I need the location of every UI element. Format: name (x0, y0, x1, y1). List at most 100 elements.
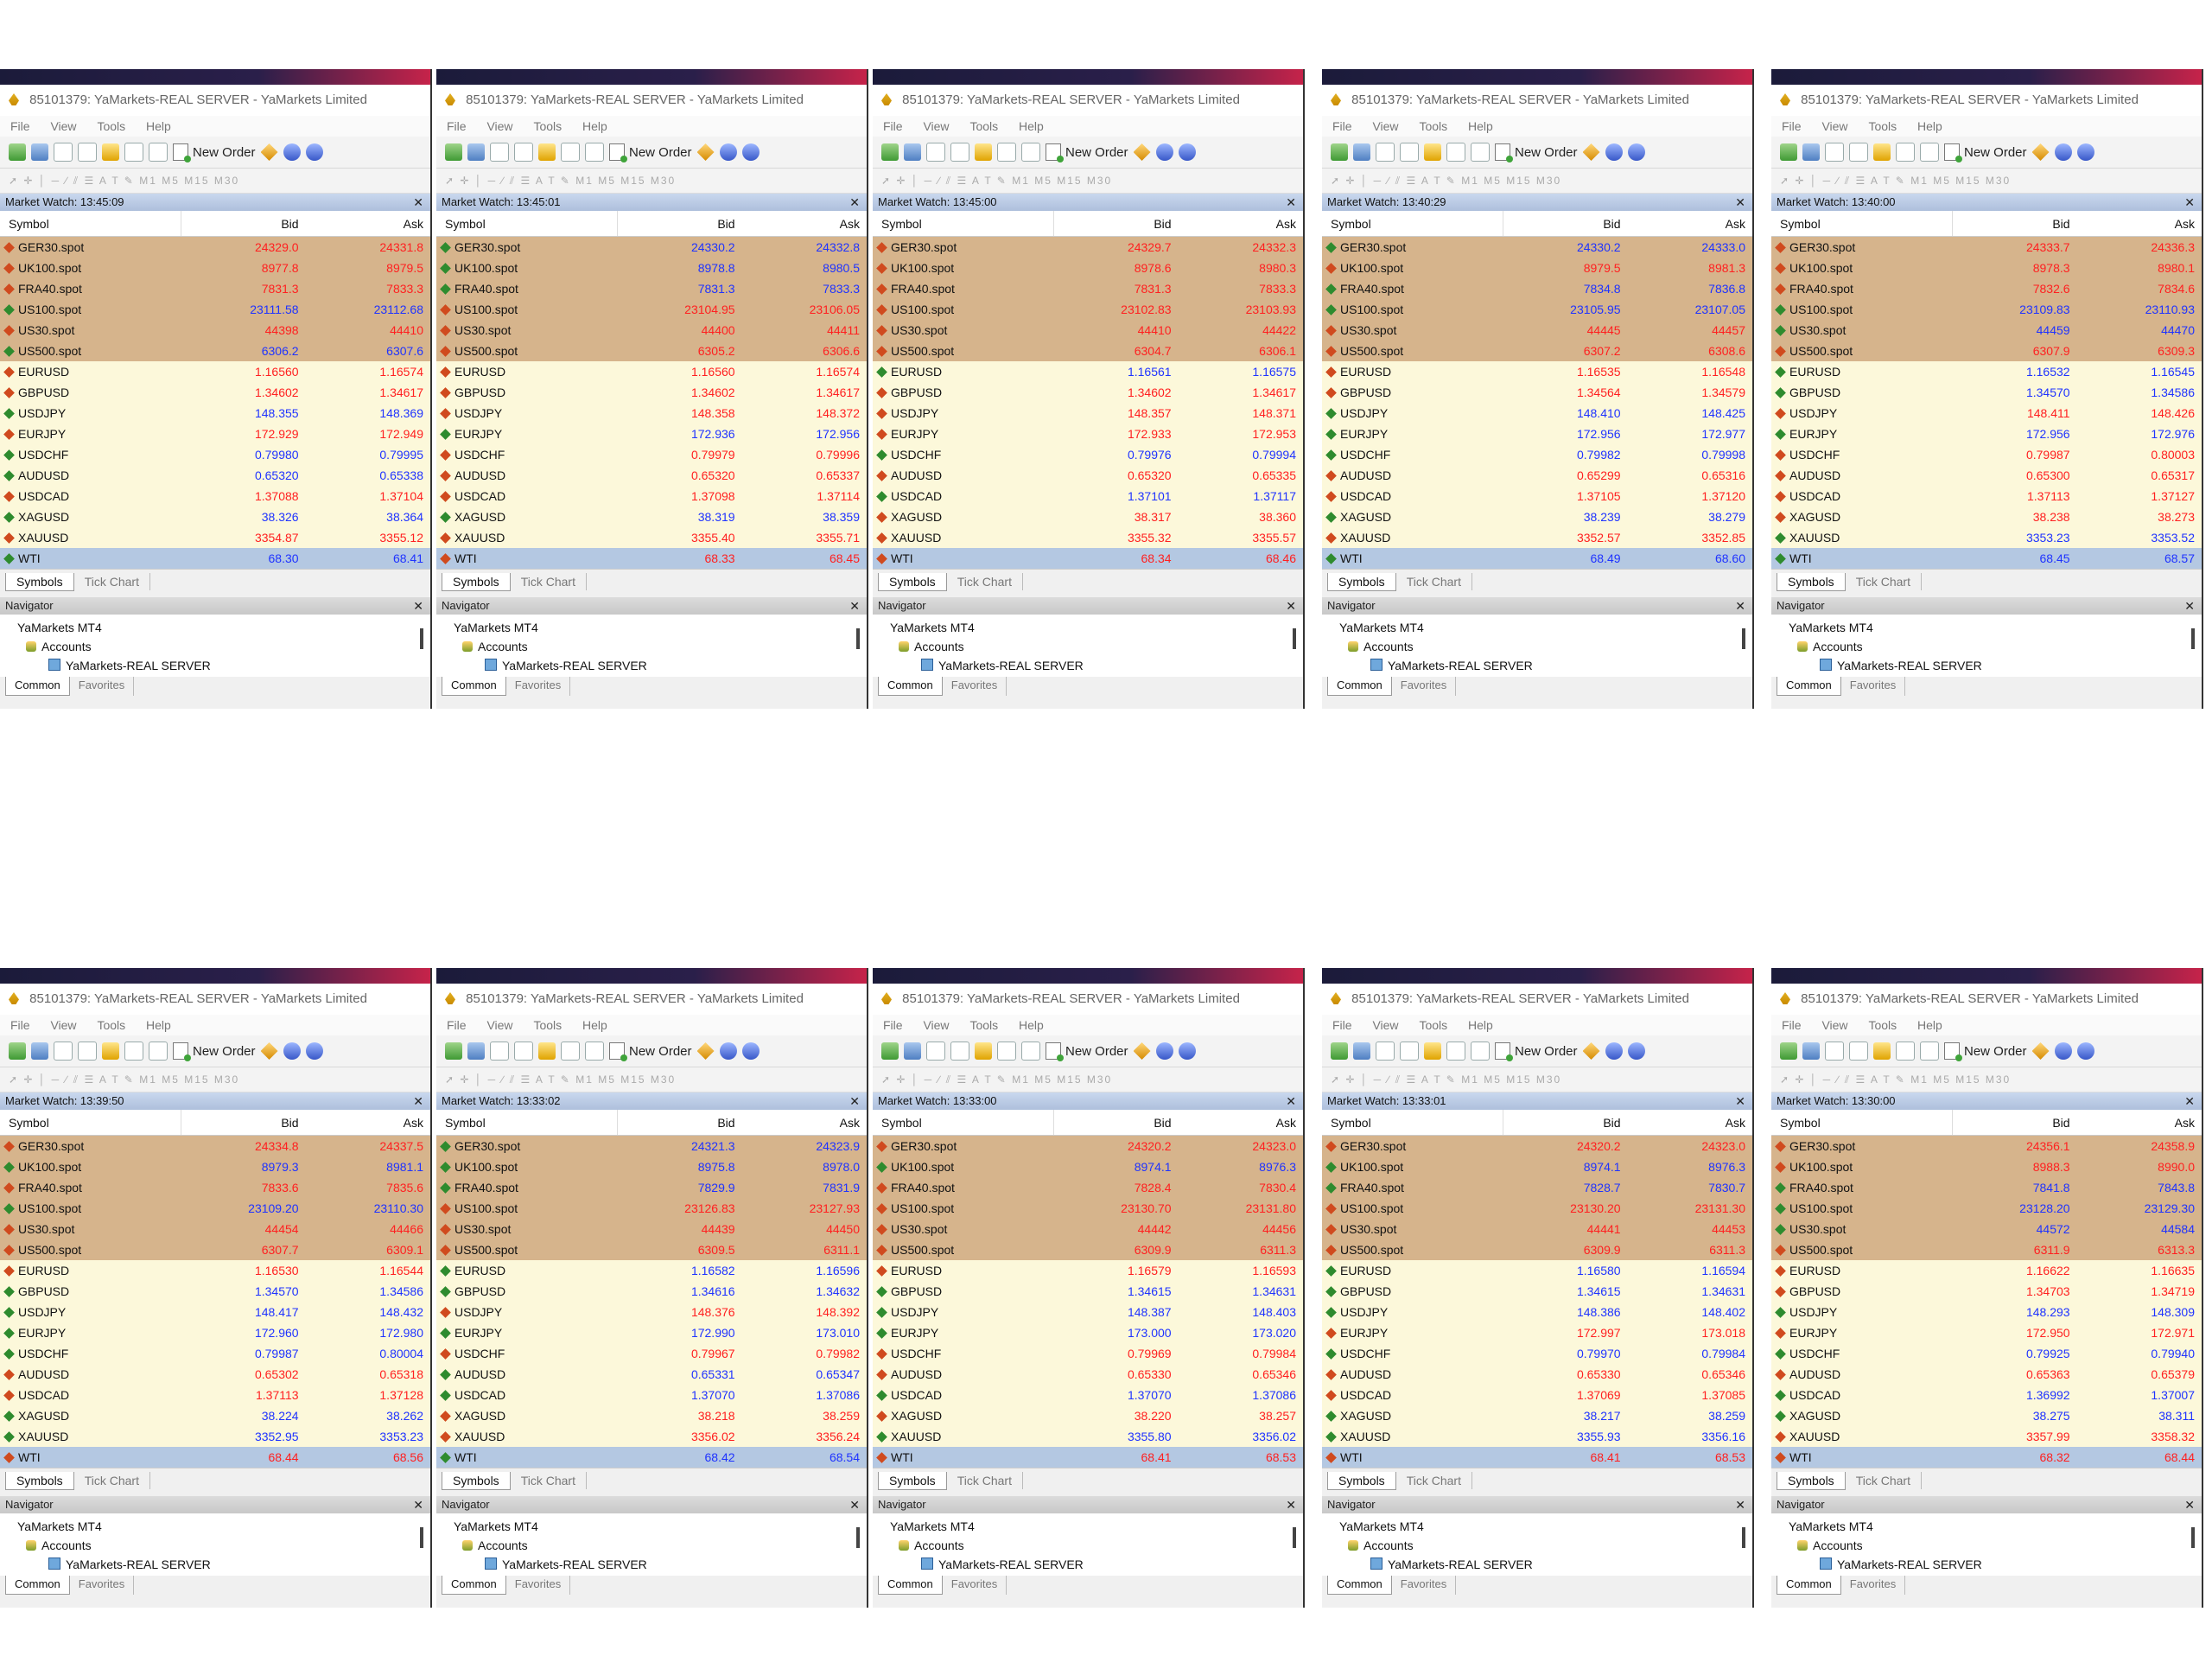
close-icon[interactable]: ✕ (1735, 1092, 1745, 1110)
symbol-cell[interactable]: XAGUSD (1322, 506, 1503, 527)
symbol-cell[interactable]: AUDUSD (1771, 1364, 1952, 1385)
table-row[interactable]: USDCAD 1.37098 1.37114 (436, 486, 867, 506)
tab-symbols[interactable]: Symbols (5, 1471, 74, 1490)
tab-common[interactable]: Common (442, 1576, 506, 1595)
profiles-icon[interactable] (1353, 1042, 1370, 1060)
symbol-cell[interactable]: WTI (1322, 548, 1503, 569)
tab-symbols[interactable]: Symbols (1777, 572, 1846, 591)
symbol-cell[interactable]: FRA40.spot (0, 1177, 181, 1198)
tab-favorites[interactable]: Favorites (506, 677, 571, 696)
crosshair-icon[interactable] (1849, 1042, 1868, 1061)
symbol-cell[interactable]: UK100.spot (1771, 258, 1952, 278)
table-row[interactable]: XAUUSD 3357.99 3358.32 (1771, 1426, 2202, 1447)
symbol-cell[interactable]: US30.spot (873, 1219, 1053, 1239)
new-order-button[interactable]: New Order (1944, 1042, 2027, 1061)
close-icon[interactable]: ✕ (1286, 1092, 1296, 1110)
close-icon[interactable]: ✕ (1286, 194, 1296, 211)
table-row[interactable]: US30.spot 44459 44470 (1771, 320, 2202, 341)
symbol-cell[interactable]: USDCAD (0, 486, 181, 506)
tab-common[interactable]: Common (1327, 1576, 1392, 1595)
menu-help[interactable]: Help (1917, 119, 1942, 133)
new-order-button[interactable]: New Order (609, 143, 692, 162)
navigator-icon[interactable] (538, 143, 556, 161)
tab-tick-chart[interactable]: Tick Chart (74, 1472, 150, 1489)
symbol-cell[interactable]: WTI (1771, 548, 1952, 569)
table-row[interactable]: US500.spot 6307.2 6308.6 (1322, 341, 1752, 361)
table-row[interactable]: USDCHF 0.79980 0.79995 (0, 444, 430, 465)
chart-options-icon[interactable] (305, 1042, 323, 1060)
tree-item-root[interactable]: YaMarkets MT4 (1322, 1517, 1752, 1536)
navigator-icon[interactable] (102, 1042, 119, 1060)
symbol-cell[interactable]: GER30.spot (436, 1136, 617, 1157)
profiles-icon[interactable] (904, 1042, 921, 1060)
close-icon[interactable]: ✕ (1286, 1496, 1296, 1513)
symbol-cell[interactable]: EURUSD (1771, 1260, 1952, 1281)
window-titlebar[interactable]: 85101379: YaMarkets-REAL SERVER - YaMark… (436, 984, 867, 1015)
symbol-cell[interactable]: UK100.spot (1322, 1156, 1503, 1177)
table-row[interactable]: XAUUSD 3354.87 3355.12 (0, 527, 430, 548)
tab-common[interactable]: Common (878, 1576, 943, 1595)
table-row[interactable]: XAGUSD 38.275 38.311 (1771, 1405, 2202, 1426)
table-row[interactable]: USDCAD 1.37101 1.37117 (873, 486, 1303, 506)
cursor-icon[interactable]: ➚ ✛ │ ─ ∕ ⫽ ☰ A T ✎ (445, 1073, 575, 1086)
close-icon[interactable]: ✕ (413, 597, 423, 615)
navigator-icon[interactable] (1873, 143, 1891, 161)
symbol-cell[interactable]: XAUUSD (0, 1426, 181, 1447)
table-row[interactable]: WTI 68.34 68.46 (873, 548, 1303, 569)
chart-options-icon[interactable] (741, 143, 760, 161)
tree-item-server[interactable]: YaMarkets-REAL SERVER (1322, 656, 1752, 675)
scrollbar[interactable] (1293, 628, 1296, 649)
tab-common[interactable]: Common (878, 677, 943, 696)
timeframes[interactable]: M1 M5 M15 M30 (1910, 1073, 2011, 1086)
symbol-cell[interactable]: EURUSD (0, 1260, 181, 1281)
scrollbar[interactable] (856, 1527, 860, 1548)
tree-item-root[interactable]: YaMarkets MT4 (1771, 618, 2202, 637)
table-row[interactable]: USDJPY 148.386 148.402 (1322, 1302, 1752, 1322)
table-row[interactable]: US500.spot 6309.9 6311.3 (1322, 1239, 1752, 1260)
symbol-cell[interactable]: US500.spot (1322, 1239, 1503, 1260)
close-icon[interactable]: ✕ (1735, 194, 1745, 211)
table-row[interactable]: XAGUSD 38.218 38.259 (436, 1405, 867, 1426)
symbol-cell[interactable]: UK100.spot (873, 258, 1053, 278)
symbol-cell[interactable]: FRA40.spot (436, 1177, 617, 1198)
table-row[interactable]: USDCHF 0.79925 0.79940 (1771, 1343, 2202, 1364)
tab-tick-chart[interactable]: Tick Chart (74, 573, 150, 590)
symbol-cell[interactable]: UK100.spot (436, 1156, 617, 1177)
tab-symbols[interactable]: Symbols (1327, 572, 1396, 591)
new-chart-icon[interactable] (1331, 1042, 1348, 1060)
market-watch-icon[interactable] (1376, 143, 1395, 162)
scrollbar[interactable] (856, 628, 860, 649)
terminal-icon[interactable] (997, 143, 1016, 162)
terminal-icon[interactable] (1896, 1042, 1915, 1061)
table-row[interactable]: USDCHF 0.79982 0.79998 (1322, 444, 1752, 465)
tree-item-root[interactable]: YaMarkets MT4 (0, 618, 430, 637)
market-watch-icon[interactable] (54, 143, 73, 162)
tab-tick-chart[interactable]: Tick Chart (1396, 1472, 1472, 1489)
terminal-icon[interactable] (997, 1042, 1016, 1061)
table-row[interactable]: USDCAD 1.37070 1.37086 (873, 1385, 1303, 1405)
symbol-cell[interactable]: US500.spot (1771, 1239, 1952, 1260)
chart-options-icon[interactable] (741, 1042, 760, 1060)
symbol-cell[interactable]: US500.spot (0, 341, 181, 361)
cursor-icon[interactable]: ➚ ✛ │ ─ ∕ ⫽ ☰ A T ✎ (881, 175, 1012, 187)
symbol-cell[interactable]: WTI (873, 548, 1053, 569)
symbol-cell[interactable]: XAGUSD (436, 506, 617, 527)
symbol-cell[interactable]: XAUUSD (1771, 1426, 1952, 1447)
table-row[interactable]: USDCAD 1.37069 1.37085 (1322, 1385, 1752, 1405)
symbol-cell[interactable]: USDCHF (1322, 1343, 1503, 1364)
symbol-cell[interactable]: USDJPY (1771, 403, 1952, 424)
cursor-icon[interactable]: ➚ ✛ │ ─ ∕ ⫽ ☰ A T ✎ (1331, 1073, 1461, 1086)
navigator-icon[interactable] (1873, 1042, 1891, 1060)
table-row[interactable]: WTI 68.30 68.41 (0, 548, 430, 569)
symbol-cell[interactable]: US30.spot (873, 320, 1053, 341)
autotrading-icon[interactable] (1605, 1042, 1623, 1060)
symbol-cell[interactable]: USDCHF (873, 444, 1053, 465)
tree-item-accounts[interactable]: Accounts (873, 637, 1303, 656)
menu-help[interactable]: Help (1468, 119, 1493, 133)
new-order-button[interactable]: New Order (609, 1042, 692, 1061)
column-bid[interactable]: Bid (1952, 211, 2077, 237)
table-row[interactable]: USDJPY 148.410 148.425 (1322, 403, 1752, 424)
menu-file[interactable]: File (1332, 119, 1352, 133)
tab-symbols[interactable]: Symbols (1777, 1471, 1846, 1490)
chart-options-icon[interactable] (1178, 1042, 1196, 1060)
